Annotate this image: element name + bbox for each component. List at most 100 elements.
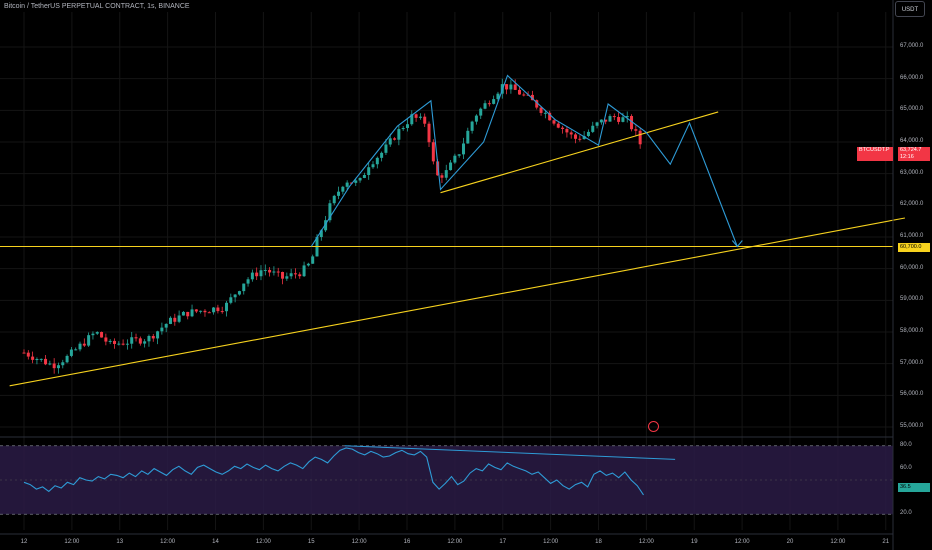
- candle-body: [457, 154, 461, 156]
- candle-body: [617, 117, 621, 122]
- candle-body: [130, 337, 134, 344]
- candle-body: [100, 332, 104, 338]
- candle-body: [345, 182, 349, 187]
- candle-body: [263, 269, 267, 271]
- candle-body: [56, 365, 60, 369]
- countdown-value: 12:16: [900, 154, 914, 160]
- candle-body: [556, 123, 560, 128]
- candle-body: [112, 340, 116, 344]
- candle-body: [306, 263, 310, 266]
- price-tick-label: 58,000.0: [900, 328, 924, 334]
- time-tick-label: 12:00: [351, 539, 367, 545]
- trend-line: [9, 217, 906, 387]
- candle-body: [207, 312, 211, 314]
- candle-body: [358, 177, 362, 181]
- candle-body: [431, 142, 435, 162]
- price-tick-label: 63,000.0: [900, 169, 924, 176]
- trend-line: [440, 111, 719, 194]
- time-tick-label: 12:00: [447, 539, 463, 545]
- candle-body: [289, 273, 293, 277]
- candle-body: [543, 112, 547, 114]
- candle-body: [181, 311, 185, 316]
- rsi-tick-label: 80.0: [900, 441, 912, 448]
- candle-body: [337, 191, 341, 196]
- candle-body: [121, 343, 125, 345]
- candle-body: [332, 195, 336, 204]
- candle-body: [487, 103, 491, 105]
- last-price-value: 63,724.7: [900, 147, 922, 153]
- time-tick-label: 14: [212, 539, 219, 545]
- candle-body: [220, 311, 224, 313]
- alert-fire-icon[interactable]: [648, 421, 659, 432]
- candle-body: [281, 271, 285, 279]
- time-tick-label: 16: [403, 539, 411, 545]
- candle-body: [466, 130, 470, 144]
- candle-body: [461, 143, 465, 155]
- candle-body: [168, 317, 172, 324]
- candle-body: [479, 108, 483, 116]
- time-tick-label: 21: [882, 539, 890, 545]
- symbol-price-badge: BTCUSDT.P: [857, 147, 893, 161]
- candle-body: [186, 311, 190, 317]
- candle-body: [61, 362, 65, 366]
- candle-body: [293, 273, 297, 275]
- candle-body: [190, 309, 194, 317]
- candle-body: [586, 131, 590, 136]
- candle-body: [35, 359, 39, 361]
- candle-body: [397, 129, 401, 140]
- rsi-tick-label: 60.0: [900, 464, 912, 471]
- price-tick-label: 60,000.0: [900, 264, 924, 271]
- candle-body: [156, 331, 160, 339]
- candle-body: [444, 170, 448, 178]
- candle-body: [612, 116, 616, 118]
- candle-body: [375, 157, 379, 165]
- candle-body: [393, 138, 397, 140]
- price-tick-label: 59,000.0: [900, 296, 924, 303]
- candle-body: [138, 338, 142, 344]
- candle-body: [384, 144, 388, 153]
- candle-body: [449, 162, 453, 171]
- candle-body: [599, 119, 603, 123]
- candle-body: [52, 363, 56, 369]
- candle-body: [95, 332, 99, 334]
- price-tick-label: 57,000.0: [900, 359, 924, 366]
- candle-body: [194, 309, 198, 312]
- candle-body: [505, 84, 509, 90]
- price-tick-label: 62,000.0: [900, 201, 924, 208]
- candle-body: [147, 335, 151, 342]
- time-tick-label: 18: [595, 539, 602, 545]
- candle-body: [367, 167, 371, 175]
- candle-body: [453, 155, 457, 163]
- chart-title: Bitcoin / TetherUS PERPETUAL CONTRACT, 1…: [4, 3, 190, 10]
- candle-body: [522, 94, 526, 96]
- candle-body: [565, 128, 569, 133]
- time-tick-label: 12: [20, 539, 28, 545]
- chart-canvas[interactable]: [0, 0, 932, 550]
- candle-body: [44, 358, 48, 365]
- candle-body: [634, 129, 638, 131]
- candle-body: [591, 125, 595, 132]
- candle-body: [39, 358, 43, 360]
- candle-body: [259, 270, 263, 277]
- candle-body: [250, 272, 254, 280]
- candle-body: [470, 121, 474, 131]
- price-tick-label: 56,000.0: [900, 391, 924, 398]
- candle-body: [212, 307, 216, 313]
- candle-body: [621, 117, 625, 122]
- price-tick-label: 66,000.0: [900, 74, 924, 81]
- level-price-badge: 60,700.0: [898, 243, 930, 252]
- currency-button[interactable]: USDT: [895, 1, 925, 17]
- chart-app: Bitcoin / TetherUS PERPETUAL CONTRACT, 1…: [0, 0, 932, 550]
- candle-body: [380, 152, 384, 158]
- candle-body: [388, 138, 392, 145]
- candle-body: [574, 134, 578, 139]
- candle-body: [225, 302, 229, 312]
- candle-body: [474, 115, 478, 122]
- candle-body: [483, 103, 487, 109]
- price-tick-label: 61,000.0: [900, 233, 924, 239]
- candle-body: [160, 327, 164, 332]
- time-tick-label: 17: [499, 539, 507, 545]
- price-tick-label: 55,000.0: [900, 423, 924, 429]
- candle-body: [427, 123, 431, 143]
- candle-body: [87, 335, 91, 346]
